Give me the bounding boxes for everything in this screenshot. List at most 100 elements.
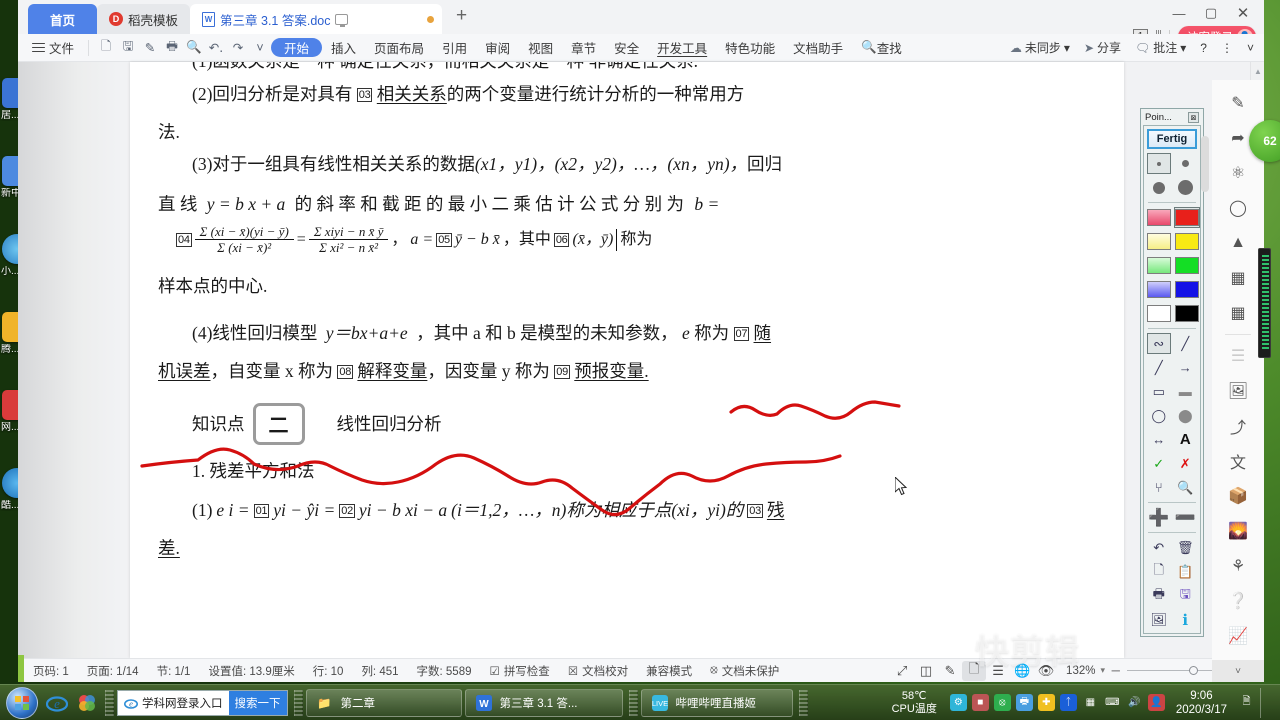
ellipse-outline-tool[interactable]: ◯ (1147, 405, 1171, 426)
status-proofread[interactable]: ☒ 文档校对 (559, 663, 637, 679)
tab-template[interactable]: D 稻壳模板 (97, 4, 191, 34)
ie-icon[interactable]: e (42, 688, 72, 718)
status-row[interactable]: 行: 10 (304, 663, 353, 679)
ribbon-tab-insert[interactable]: 插入 (322, 34, 365, 62)
show-desktop-button[interactable] (1260, 687, 1276, 718)
help-icon[interactable]: ❔ (1221, 584, 1255, 618)
file-menu-button[interactable]: 文件 (24, 38, 82, 57)
eye-protect-icon[interactable]: 👁 (1034, 661, 1058, 681)
presentation-icon[interactable] (335, 13, 349, 27)
find-doc-icon[interactable]: 🔍 (183, 37, 205, 59)
volume-icon[interactable]: 🔊 (1126, 694, 1143, 711)
translate-icon[interactable]: 文 (1221, 444, 1255, 478)
color-swatch-yellow[interactable] (1174, 231, 1200, 252)
zoom-slider-knob[interactable] (1188, 665, 1198, 675)
status-protection[interactable]: ⦻ 文档未保护 (701, 663, 788, 679)
grid-icon[interactable]: ▦ (1221, 296, 1255, 330)
freehand-tool[interactable]: ∾ (1147, 333, 1171, 354)
text-tool[interactable]: A (1174, 429, 1198, 450)
print-icon[interactable]: 🖶 (1015, 694, 1033, 711)
web-view-icon[interactable]: 🌐 (1010, 661, 1034, 681)
security-icon[interactable]: ⦻ (993, 694, 1011, 711)
input-method-icon[interactable]: ⌨ (1104, 694, 1121, 711)
scroll-up-icon[interactable]: ▲ (1251, 64, 1264, 78)
cpu-temperature-widget[interactable]: 58℃ CPU温度 (884, 690, 945, 716)
line-tool[interactable]: ╱ (1147, 357, 1171, 378)
taskbar-task-bilibili[interactable]: LIVE 哔哩哔哩直播姬 (640, 688, 793, 717)
color-swatch-light-yellow[interactable] (1147, 231, 1171, 252)
resize-tool[interactable]: ↔ (1147, 429, 1171, 450)
save-button[interactable]: 🖫 (1174, 585, 1198, 606)
ribbon-tab-view[interactable]: 视图 (519, 34, 562, 62)
arrow-tool[interactable]: → (1174, 357, 1198, 378)
print-preview-icon[interactable]: ✎ (139, 37, 161, 59)
minimize-button[interactable]: — (1164, 2, 1194, 24)
color-swatch-light-green[interactable] (1147, 255, 1171, 276)
info-button[interactable]: ℹ (1174, 609, 1198, 630)
fullscreen-icon[interactable]: ⤢ (890, 661, 914, 681)
pen-palette-header[interactable]: Poin... ⊠ (1143, 111, 1201, 125)
delete-button[interactable]: 🗑 (1174, 537, 1198, 558)
color-swatch-red-selected[interactable] (1174, 207, 1200, 228)
export-icon[interactable]: ⤴ (1221, 409, 1255, 443)
rect-fill-tool[interactable]: ▬ (1174, 381, 1198, 402)
cone-icon[interactable]: ▲ (1221, 226, 1255, 260)
rect-outline-tool[interactable]: ▭ (1147, 381, 1171, 402)
pen-done-button[interactable]: Fertig (1147, 129, 1197, 149)
page-view-icon[interactable]: 🗋 (962, 660, 987, 681)
help-button[interactable]: ? (1194, 41, 1213, 55)
taskbar-grip[interactable] (628, 689, 638, 716)
print-icon[interactable]: 🖶 (161, 37, 183, 59)
image-button[interactable]: 🖼 (1147, 609, 1171, 630)
rail-scrollbar-thumb[interactable] (1201, 136, 1209, 192)
share-button[interactable]: ➤ 分享 (1078, 39, 1127, 56)
kugou-icon[interactable] (72, 688, 102, 718)
check-tool[interactable]: ✓ (1147, 453, 1171, 474)
network-icon[interactable]: ▦ (1082, 694, 1099, 711)
zoom-slider[interactable] (1126, 665, 1213, 675)
highlighter-icon[interactable]: ✎ (1221, 86, 1255, 120)
copy-button[interactable]: 📋 (1174, 561, 1198, 582)
stamp-icon[interactable]: ⚘ (1221, 549, 1255, 583)
pointofix-pen-palette[interactable]: Poin... ⊠ Fertig ∾ ╱ ╱ → ▭ ▬ ◯ ⬤ ↔ A ✓ ✗… (1140, 108, 1204, 637)
maximize-button[interactable]: ▢ (1196, 2, 1226, 24)
ribbon-tab-security[interactable]: 安全 (605, 34, 648, 62)
status-column[interactable]: 列: 451 (352, 663, 407, 679)
zoom-out-button[interactable]: ➖ (1174, 507, 1198, 528)
undo-icon[interactable]: ↶․ (205, 37, 227, 59)
sync-status-button[interactable]: ☁ 未同步 ▾ (1004, 39, 1076, 56)
new-page-button[interactable]: 🗋 (1147, 561, 1171, 582)
status-spellcheck[interactable]: ☑ 拼写检查 (481, 663, 559, 679)
outline-view-icon[interactable]: ☰ (986, 661, 1010, 681)
zoom-in-button[interactable]: ➕ (1147, 507, 1171, 528)
zoom-tool[interactable]: 🔍 (1174, 477, 1198, 498)
crop-tool[interactable]: ⑂ (1147, 477, 1171, 498)
save-icon[interactable]: 🖫 (117, 37, 139, 59)
ie-search-button[interactable]: 搜索一下 (228, 690, 287, 715)
ribbon-tab-references[interactable]: 引用 (433, 34, 476, 62)
action-center-icon[interactable]: 🗎 (1238, 694, 1255, 711)
rail-scrollbar[interactable] (1200, 120, 1210, 290)
bluetooth-icon[interactable]: ᛏ (1059, 694, 1077, 711)
ribbon-tab-devtools[interactable]: 开发工具 (648, 34, 716, 62)
taskbar-grip[interactable] (105, 689, 114, 716)
update-icon[interactable]: ✚ (1037, 694, 1055, 711)
tab-document[interactable]: W 第三章 3.1 答案.doc (190, 4, 443, 34)
rail-collapse-button[interactable]: ˅ (1212, 660, 1264, 682)
app-icon[interactable]: ■ (971, 694, 989, 711)
archive-icon[interactable]: 📦 (1221, 479, 1255, 513)
taskbar-grip[interactable] (293, 689, 303, 716)
ribbon-tab-assistant[interactable]: 文档助手 (784, 34, 852, 62)
start-orb-icon[interactable] (6, 686, 38, 719)
ribbon-tab-home[interactable]: 开始 (271, 38, 323, 57)
text-lines-icon[interactable]: ☰ (1221, 339, 1255, 373)
more-options-button[interactable]: ⋮ (1215, 41, 1239, 55)
taskbar-grip[interactable] (798, 689, 808, 716)
close-icon[interactable]: ⊠ (1188, 112, 1199, 123)
pen-size-tiny[interactable] (1147, 153, 1171, 174)
undo-button[interactable]: ↶ (1147, 537, 1171, 558)
shield-badge-icon[interactable]: ⚛ (1221, 156, 1255, 190)
person-icon[interactable]: 👤 (1147, 694, 1165, 711)
status-compat-mode[interactable]: 兼容模式 (637, 663, 701, 679)
cross-tool[interactable]: ✗ (1174, 453, 1198, 474)
